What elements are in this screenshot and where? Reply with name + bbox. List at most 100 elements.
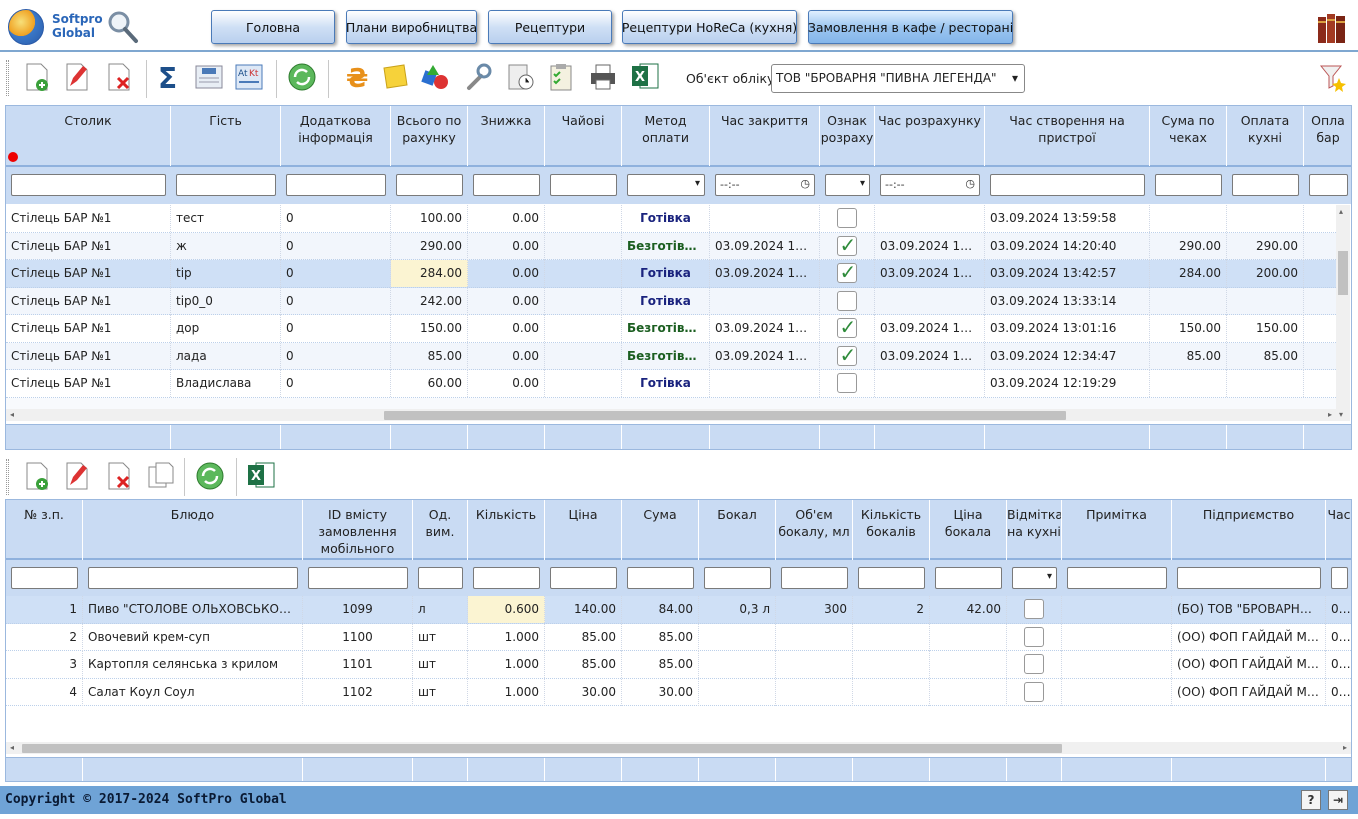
filter-input[interactable] [88,567,298,589]
column-header[interactable]: Столик [6,106,171,166]
excel-icon[interactable]: X [246,460,276,490]
filter-select[interactable]: ▾ [1012,567,1057,589]
filter-input[interactable] [781,567,848,589]
filter-input[interactable] [418,567,463,589]
delete-icon[interactable] [104,62,134,92]
filter-input[interactable] [858,567,925,589]
column-header[interactable]: Підприємство [1172,500,1326,560]
column-header[interactable]: Од. вим. [413,500,468,560]
note-icon[interactable] [380,62,410,92]
filter-input[interactable] [704,567,771,589]
table-row[interactable]: 1 Пиво "СТОЛОВЕ ОЛЬХОВСЬКОГО... 1099 л 0.600… [6,596,1351,624]
paid-checkbox[interactable] [836,373,857,393]
paid-checkbox[interactable] [836,260,857,286]
filter-input[interactable] [396,174,463,196]
nav-home-button[interactable]: Головна [211,10,335,44]
column-header[interactable]: Об'єм бокалу, мл [776,500,853,560]
object-select[interactable]: ТОВ "БРОВАРНЯ "ПИВНА ЛЕГЕНДА" ▾ [771,64,1025,93]
column-header[interactable]: Час закриття [710,106,820,166]
logout-icon[interactable]: ⇥ [1328,790,1348,810]
column-header[interactable]: Час розрахунку [875,106,985,166]
paid-checkbox[interactable] [836,233,857,259]
column-header[interactable]: Відмітка на кухні [1007,500,1062,560]
paid-checkbox[interactable] [836,208,857,228]
nav-production-plans-button[interactable]: Плани виробництва [346,10,477,44]
checklist-icon[interactable] [546,62,576,92]
filter-select[interactable]: ▾ [825,174,870,196]
copy-icon[interactable] [146,461,176,491]
filter-input[interactable] [11,174,166,196]
table-row[interactable]: 3 Картопля селянська з крилом 1101 шт 1.000 8… [6,651,1351,679]
filter-input[interactable] [1177,567,1321,589]
filter-input[interactable] [550,174,617,196]
table-row-partial[interactable] [6,397,1336,409]
column-header[interactable]: Час створення на пристрої [985,106,1150,166]
column-header[interactable]: Блюдо [83,500,303,560]
nav-horeca-recipes-button[interactable]: Рецептури HoReCa (кухня) [622,10,797,44]
schedule-icon[interactable] [505,62,535,92]
column-header[interactable]: Кількість [468,500,545,560]
filter-input[interactable] [935,567,1002,589]
column-header[interactable]: Оплата кухні [1227,106,1304,166]
column-header[interactable]: Кількість бокалів [853,500,930,560]
orders-vscroll[interactable]: ▴ ▾ [1336,205,1350,421]
column-header[interactable]: Чайові [545,106,622,166]
table-row[interactable]: Стілець БАР №1 тест 0 100.00 0.00 Готівка 03.0… [6,205,1336,233]
table-row[interactable]: Стілець БАР №1 ж 0 290.00 0.00 Безготівко... 0… [6,232,1336,260]
kitchen-checkbox[interactable] [1023,654,1044,674]
wrench-icon[interactable] [463,62,493,92]
kitchen-checkbox[interactable] [1023,626,1044,647]
table-row[interactable]: Стілець БАР №1 Владислава 0 60.00 0.00 Готівк… [6,370,1336,398]
column-header[interactable]: Сума [622,500,699,560]
edit-icon[interactable] [62,461,92,491]
filter-input[interactable] [1067,567,1167,589]
filter-select[interactable]: ▾ [627,174,705,196]
table-row[interactable]: Стілець БАР №1 tip0_0 0 242.00 0.00 Готівка 03… [6,287,1336,315]
column-header[interactable]: Знижка [468,106,545,166]
delete-icon[interactable] [104,461,134,491]
filter-time[interactable]: --:-- ◷ [715,174,815,196]
table-row[interactable]: 2 Овочевий крем-суп 1100 шт 1.000 85.00 85.00(… [6,623,1351,651]
add-document-icon[interactable] [22,62,52,92]
translate-icon[interactable]: At Kt [234,62,264,92]
column-header[interactable]: Ознак розраху [820,106,875,166]
table-row[interactable]: Стілець БАР №1 лада 0 85.00 0.00 Безготівко..… [6,342,1336,370]
filter-input[interactable] [1309,174,1348,196]
refresh-icon[interactable] [195,461,225,491]
column-header[interactable]: Гість [171,106,281,166]
filter-input[interactable] [473,174,540,196]
filter-input[interactable] [308,567,408,589]
column-header[interactable]: № з.п. [6,500,83,560]
hryvnia-icon[interactable]: ₴ [340,62,370,92]
help-button[interactable]: ? [1301,790,1321,810]
filter-input[interactable] [1155,174,1222,196]
items-hscroll[interactable]: ◂ ▸ [6,742,1351,754]
filter-input[interactable] [627,567,694,589]
filter-input[interactable] [11,567,78,589]
orders-hscroll[interactable]: ◂ ▸ [6,409,1336,421]
filter-input[interactable] [1331,567,1348,589]
sum-icon[interactable]: Σ [154,62,184,92]
column-header[interactable]: Ціна бокала [930,500,1007,560]
column-header[interactable]: Опла бар [1304,106,1351,166]
edit-icon[interactable] [62,62,92,92]
printer-icon[interactable] [588,62,618,92]
column-header[interactable]: Додаткова інформація [281,106,391,166]
filter-input[interactable] [990,174,1145,196]
excel-icon[interactable]: X [630,61,660,91]
table-row[interactable]: Стілець БАР №1 дор 0 150.00 0.00 Безготівко..… [6,315,1336,343]
kitchen-checkbox[interactable] [1023,599,1044,619]
filter-input[interactable] [550,567,617,589]
log-icon[interactable] [194,62,224,92]
column-header[interactable]: Сума по чеках [1150,106,1227,166]
column-header[interactable]: Метод оплати [622,106,710,166]
filter-input[interactable] [176,174,276,196]
column-header[interactable]: ID вмісту замовлення мобільного [303,500,413,560]
search-icon[interactable] [107,9,139,45]
column-header[interactable]: Ціна [545,500,622,560]
column-header[interactable]: Примітка [1062,500,1172,560]
paid-checkbox[interactable] [836,315,857,341]
column-header[interactable]: Бокал [699,500,776,560]
add-document-icon[interactable] [22,461,52,491]
table-row[interactable]: Стілець БАР №1 tip 0 284.00 0.00 Готівка 03.09… [6,260,1336,288]
